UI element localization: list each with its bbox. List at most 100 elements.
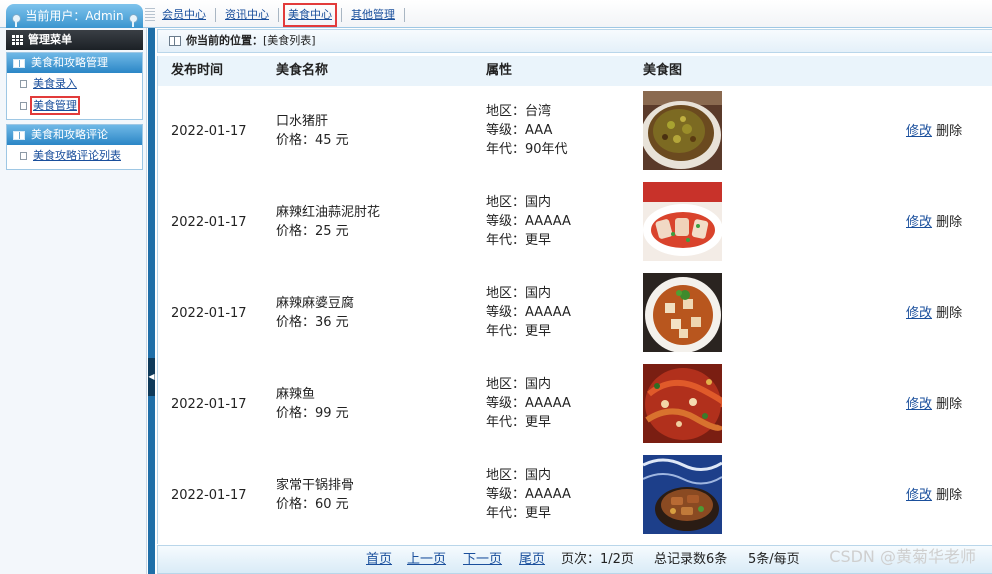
menu-group-header[interactable]: 美食和攻略管理	[7, 53, 142, 73]
sidebar-item-comment-list[interactable]: 美食攻略评论列表	[7, 145, 142, 167]
document-icon	[20, 102, 27, 110]
menu-group-title: 美食和攻略评论	[31, 128, 108, 141]
table-row: 2022-01-17 家常干锅排骨 价格：60 元 地区：国内 等级：AAAAA…	[158, 450, 992, 541]
menu-header: 管理菜单	[6, 30, 143, 50]
food-name-cell: 口水猪肝 价格：45 元	[276, 112, 349, 150]
attribute-region: 地区：台湾	[486, 104, 552, 119]
edit-link[interactable]: 修改	[906, 488, 932, 503]
sidebar-item-food-entry[interactable]: 美食录入	[7, 73, 142, 95]
watermark: CSDN @黄菊华老师	[829, 547, 976, 566]
sidebar: 管理菜单 美食和攻略管理 美食录入 美食管理 美食和攻略评论 美食攻略评论列表	[0, 28, 147, 574]
page-info: 页次：1/2页	[561, 552, 634, 567]
edit-link[interactable]: 修改	[906, 397, 932, 412]
column-header-image: 美食图	[643, 63, 683, 78]
menu-group-food-guide: 美食和攻略管理 美食录入 美食管理	[6, 52, 143, 120]
attributes-cell: 地区：国内 等级：AAAAA 年代：更早	[486, 375, 571, 432]
publish-date: 2022-01-17	[171, 215, 247, 230]
food-name: 口水猪肝	[276, 114, 329, 129]
menu-group-header[interactable]: 美食和攻略评论	[7, 125, 142, 145]
nav-other-management[interactable]: 其他管理	[350, 7, 396, 23]
nav-divider	[215, 8, 216, 22]
table-row: 2022-01-17 口水猪肝 价格：45 元 地区：台湾 等级：AAA 年代：…	[158, 86, 992, 177]
edit-link[interactable]: 修改	[906, 306, 932, 321]
document-icon	[20, 80, 27, 88]
grid-icon	[12, 35, 23, 45]
nav-food-center[interactable]: 美食中心	[283, 3, 337, 27]
attribute-era: 年代：更早	[486, 506, 552, 521]
attribute-region: 地区：国内	[486, 195, 552, 210]
nav-news-center[interactable]: 资讯中心	[224, 7, 270, 23]
spicy-fish-photo	[643, 364, 722, 443]
mapo-tofu-photo	[643, 273, 722, 352]
edit-link[interactable]: 修改	[906, 124, 932, 139]
first-page-link[interactable]: 首页	[366, 546, 392, 573]
row-actions: 修改 删除	[906, 122, 962, 141]
table-row: 2022-01-17 麻辣麻婆豆腐 价格：36 元 地区：国内 等级：AAAAA…	[158, 268, 992, 359]
pin-icon	[128, 14, 138, 27]
publish-date: 2022-01-17	[171, 124, 247, 139]
attribute-era: 年代：更早	[486, 415, 552, 430]
food-name: 家常干锅排骨	[276, 478, 355, 493]
prev-page-link[interactable]: 上一页	[407, 546, 446, 573]
attribute-level: 等级：AAAAA	[486, 214, 571, 229]
pin-icon	[11, 14, 21, 27]
attribute-level: 等级：AAAAA	[486, 305, 571, 320]
main-content: 你当前的位置：[美食列表] 发布时间 美食名称 属性 美食图 2022-01-1…	[157, 29, 992, 574]
food-price: 价格：25 元	[276, 224, 349, 239]
food-name-cell: 家常干锅排骨 价格：60 元	[276, 476, 354, 514]
nav-divider	[404, 8, 405, 22]
menu-header-label: 管理菜单	[28, 33, 72, 46]
sidebar-item-label: 美食管理	[30, 96, 80, 115]
sidebar-item-food-management[interactable]: 美食管理	[7, 95, 142, 117]
attribute-era: 年代：更早	[486, 233, 552, 248]
toolbar-grip-icon	[145, 8, 155, 22]
column-header-name: 美食名称	[276, 63, 329, 78]
publish-date: 2022-01-17	[171, 488, 247, 503]
menu-group-title: 美食和攻略管理	[31, 56, 108, 69]
delete-link[interactable]: 删除	[936, 488, 962, 503]
delete-link[interactable]: 删除	[936, 306, 962, 321]
row-actions: 修改 删除	[906, 395, 962, 414]
food-name-cell: 麻辣红油蒜泥肘花 价格：25 元	[276, 203, 380, 241]
delete-link[interactable]: 删除	[936, 124, 962, 139]
table-header: 发布时间 美食名称 属性 美食图	[158, 56, 992, 86]
breadcrumb-label: 你当前的位置：	[186, 34, 263, 47]
attribute-era: 年代：90年代	[486, 142, 568, 157]
food-price: 价格：60 元	[276, 497, 349, 512]
food-price: 价格：99 元	[276, 406, 349, 421]
food-name-cell: 麻辣鱼 价格：99 元	[276, 385, 349, 423]
current-user-panel: 当前用户：Admin	[6, 4, 143, 28]
food-name: 麻辣麻婆豆腐	[276, 296, 355, 311]
breadcrumb: 你当前的位置：[美食列表]	[157, 29, 992, 53]
last-page-link[interactable]: 尾页	[519, 546, 545, 573]
sidebar-item-label: 美食录入	[33, 77, 77, 90]
document-icon	[20, 152, 27, 160]
next-page-link[interactable]: 下一页	[463, 546, 502, 573]
nav-divider	[278, 8, 279, 22]
delete-link[interactable]: 删除	[936, 397, 962, 412]
dry-pot-ribs-photo	[643, 455, 722, 534]
food-price: 价格：45 元	[276, 133, 349, 148]
row-actions: 修改 删除	[906, 304, 962, 323]
food-price: 价格：36 元	[276, 315, 349, 330]
column-header-attributes: 属性	[486, 63, 513, 78]
total-records: 总记录数6条	[654, 552, 728, 567]
sidebar-item-label: 美食攻略评论列表	[33, 149, 121, 162]
attribute-level: 等级：AAA	[486, 123, 553, 138]
food-table: 发布时间 美食名称 属性 美食图 2022-01-17 口水猪肝 价格：45 元…	[157, 56, 992, 544]
publish-date: 2022-01-17	[171, 397, 247, 412]
edit-link[interactable]: 修改	[906, 215, 932, 230]
attributes-cell: 地区：国内 等级：AAAAA 年代：更早	[486, 193, 571, 250]
nav-member-center[interactable]: 会员中心	[161, 7, 207, 23]
pork-liver-photo	[643, 91, 722, 170]
attribute-level: 等级：AAAAA	[486, 487, 571, 502]
attribute-region: 地区：国内	[486, 468, 552, 483]
pork-knuckle-photo	[643, 182, 722, 261]
menu-group-comments: 美食和攻略评论 美食攻略评论列表	[6, 124, 143, 170]
delete-link[interactable]: 删除	[936, 215, 962, 230]
row-actions: 修改 删除	[906, 213, 962, 232]
top-nav: 会员中心 资讯中心 美食中心 其他管理	[143, 3, 413, 27]
breadcrumb-value: [美食列表]	[263, 34, 316, 47]
collapse-sidebar-handle[interactable]: ◀	[148, 358, 155, 396]
food-name: 麻辣鱼	[276, 387, 316, 402]
